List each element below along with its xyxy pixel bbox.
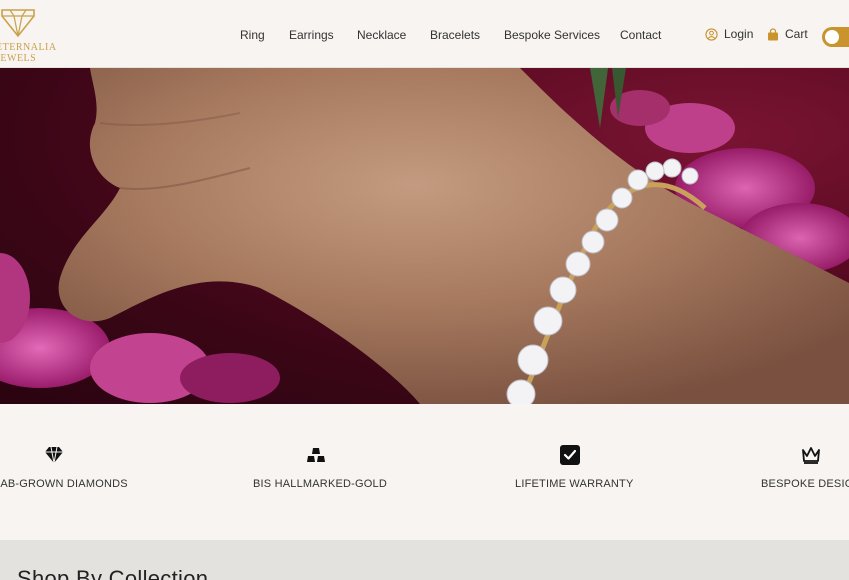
feature-lab-grown-diamonds: LAB-GROWN DIAMONDS bbox=[0, 404, 180, 540]
nav-item-bracelets[interactable]: Bracelets bbox=[430, 28, 480, 42]
checkbox-icon bbox=[560, 445, 580, 465]
nav-item-ring[interactable]: Ring bbox=[240, 28, 265, 42]
brand-name-line1: ETERNALIA bbox=[0, 42, 57, 53]
nav-item-earrings[interactable]: Earrings bbox=[289, 28, 334, 42]
logo-diamond-icon bbox=[1, 9, 35, 38]
cart-label: Cart bbox=[785, 27, 808, 41]
nav-item-necklace[interactable]: Necklace bbox=[357, 28, 406, 42]
user-circle-icon bbox=[705, 27, 718, 41]
feature-label: LAB-GROWN DIAMONDS bbox=[0, 478, 128, 490]
nav-item-bespoke-services[interactable]: Bespoke Services bbox=[504, 28, 600, 42]
feature-lifetime-warranty: LIFETIME WARRANTY bbox=[514, 404, 694, 540]
brand-name-line2: JEWELS bbox=[0, 53, 37, 64]
shopping-bag-icon bbox=[768, 27, 778, 40]
login-button[interactable]: Login bbox=[705, 27, 753, 41]
hero-banner[interactable] bbox=[0, 68, 849, 404]
toggle-knob bbox=[825, 30, 839, 44]
feature-label: LIFETIME WARRANTY bbox=[515, 478, 634, 490]
brand-logo[interactable]: ETERNALIA JEWELS bbox=[0, 8, 56, 64]
hero-image bbox=[0, 68, 849, 404]
theme-toggle[interactable] bbox=[822, 27, 849, 47]
collection-section: Shop By Collection bbox=[0, 540, 849, 580]
crown-icon bbox=[802, 447, 820, 464]
feature-label: BIS HALLMARKED-GOLD bbox=[253, 478, 388, 490]
cart-button[interactable]: Cart bbox=[767, 27, 808, 41]
login-label: Login bbox=[724, 27, 754, 41]
nav-item-contact[interactable]: Contact bbox=[620, 28, 661, 42]
diamond-icon bbox=[45, 446, 63, 464]
features-strip: LAB-GROWN DIAMONDS BIS HALLMARKED-GOLD L… bbox=[0, 404, 849, 540]
feature-bespoke-design: BESPOKE DESIGN bbox=[760, 404, 849, 540]
collection-title: Shop By Collection bbox=[17, 566, 209, 580]
site-header: ETERNALIA JEWELS Ring Earrings Necklace … bbox=[0, 0, 849, 68]
gold-bars-icon bbox=[307, 448, 325, 462]
feature-label: BESPOKE DESIGN bbox=[761, 478, 849, 490]
feature-bis-hallmarked-gold: BIS HALLMARKED-GOLD bbox=[250, 404, 430, 540]
